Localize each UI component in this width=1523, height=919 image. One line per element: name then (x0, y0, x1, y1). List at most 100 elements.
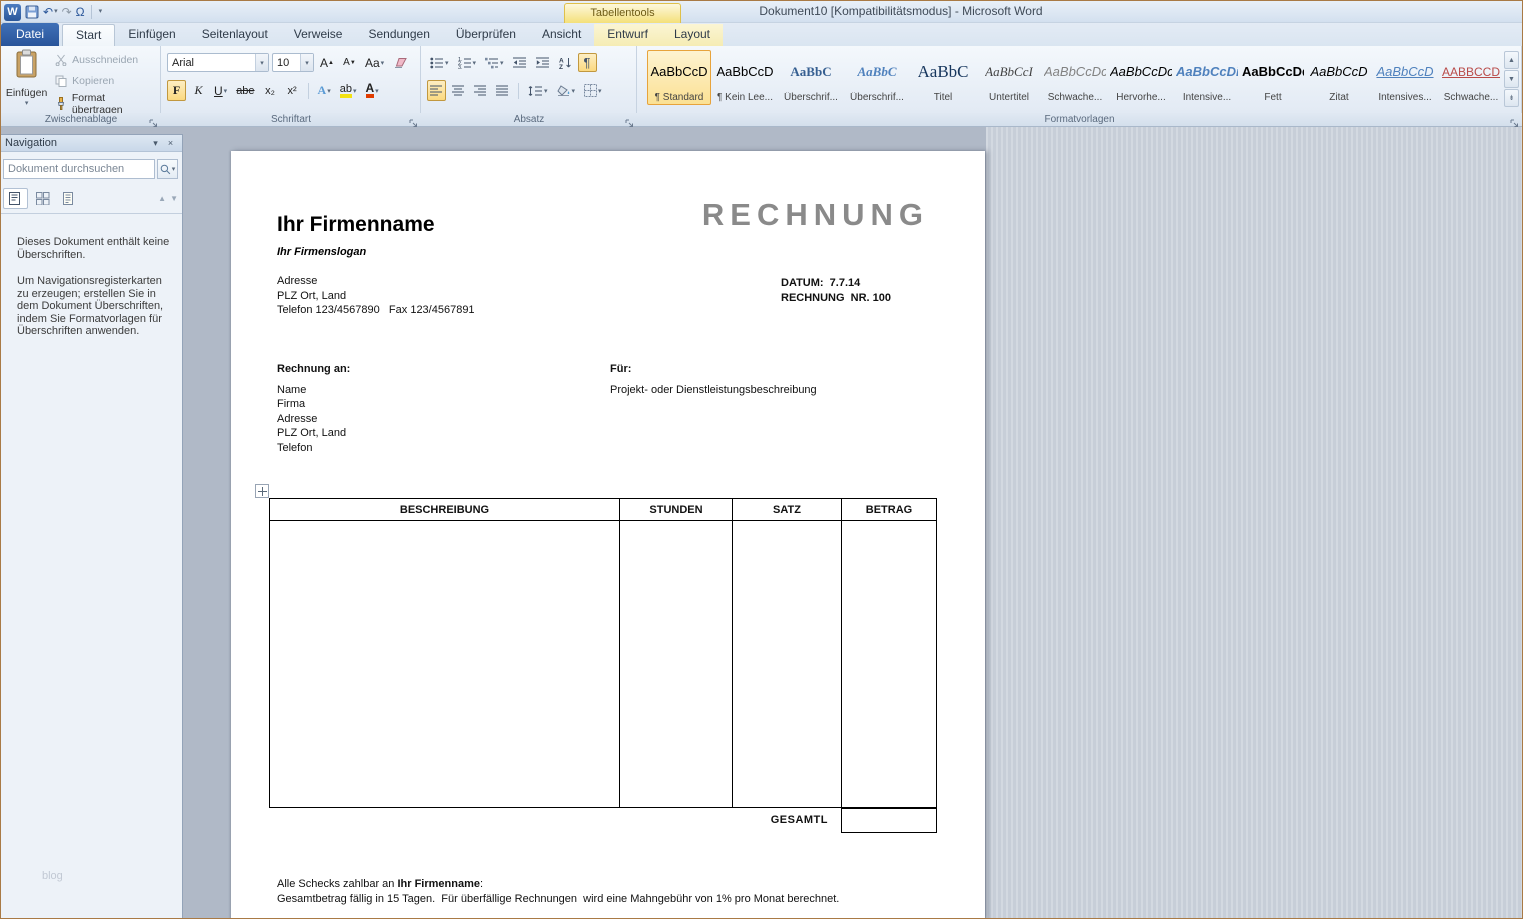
justify-button[interactable] (493, 80, 512, 101)
undo-icon[interactable]: ↶▾ (43, 3, 58, 21)
nav-tab-results[interactable] (57, 188, 82, 209)
project-block[interactable]: Für: Projekt- oder Dienstleistungsbeschr… (610, 362, 817, 397)
style-zitat[interactable]: AaBbCcD Zitat (1307, 50, 1371, 105)
text-effects-button[interactable]: A▾ (315, 80, 334, 101)
subscript-button[interactable]: x₂ (261, 80, 280, 101)
style-hervorhebung[interactable]: AaBbCcDc Hervorhe... (1109, 50, 1173, 105)
align-center-button[interactable] (449, 80, 468, 101)
bill-to-line[interactable]: Adresse (277, 412, 350, 427)
qat-customize-icon[interactable]: ▾ (98, 3, 103, 21)
decrease-indent-button[interactable] (510, 53, 530, 72)
nav-close-icon[interactable]: × (163, 138, 178, 148)
styles-scroll-down-icon[interactable]: ▼ (1504, 70, 1519, 88)
style-intensive-hervorhebung[interactable]: AaBbCcDi Intensive... (1175, 50, 1239, 105)
document-page[interactable]: Ihr Firmenname Ihr Firmenslogan RECHNUNG… (231, 151, 985, 919)
style-standard[interactable]: AaBbCcD ¶ Standard (647, 50, 711, 105)
tab-einfuegen[interactable]: Einfügen (115, 24, 188, 46)
cell-beschreibung[interactable] (270, 521, 620, 808)
tab-ansicht[interactable]: Ansicht (529, 24, 594, 46)
previous-result-icon[interactable]: ▲ (158, 194, 166, 203)
paste-button[interactable]: Einfügen ▾ (4, 48, 49, 110)
bill-to-line[interactable]: Firma (277, 397, 350, 412)
tab-seitenlayout[interactable]: Seitenlayout (189, 24, 281, 46)
footer-line-2[interactable]: Gesamtbetrag fällig in 15 Tagen. Für übe… (277, 892, 839, 907)
next-result-icon[interactable]: ▼ (170, 194, 178, 203)
nav-tab-pages[interactable] (30, 188, 55, 209)
styles-more-icon[interactable]: ⇟ (1504, 89, 1519, 107)
shrink-font-button[interactable]: A▼ (340, 53, 359, 72)
show-paragraph-marks-button[interactable]: ¶ (578, 53, 597, 72)
underline-button[interactable]: U▾ (211, 80, 230, 101)
grow-font-button[interactable]: A▲ (317, 53, 337, 72)
bill-to-line[interactable]: Telefon (277, 441, 350, 456)
shading-button[interactable]: ▾ (554, 80, 579, 101)
invoice-table[interactable]: BESCHREIBUNG STUNDEN SATZ BETRAG (269, 498, 937, 808)
cut-button[interactable]: Ausschneiden (50, 51, 160, 69)
tab-verweise[interactable]: Verweise (281, 24, 356, 46)
nav-options-chevron-icon[interactable]: ▾ (148, 138, 163, 149)
font-color-button[interactable]: A▾ (363, 80, 382, 101)
style-intensives-zitat[interactable]: AaBbCcD Intensives... (1373, 50, 1437, 105)
style-schwacher-verweis[interactable]: AABBCCD Schwache... (1439, 50, 1503, 105)
address-line[interactable]: PLZ Ort, Land (277, 289, 475, 304)
font-size-dropdown-icon[interactable]: ▾ (300, 54, 313, 71)
tab-datei[interactable]: Datei (1, 23, 59, 46)
col-betrag[interactable]: BETRAG (842, 499, 937, 521)
increase-indent-button[interactable] (533, 53, 553, 72)
redo-icon[interactable]: ↷ (62, 3, 72, 21)
font-size-select[interactable]: 10▾ (272, 53, 314, 72)
save-icon[interactable] (25, 5, 39, 19)
invoice-date-line[interactable]: DATUM: 7.7.14 (781, 276, 891, 291)
invoice-number-line[interactable]: RECHNUNG NR. 100 (781, 291, 891, 306)
word-logo-icon[interactable]: W (4, 4, 21, 21)
bold-button[interactable]: F (167, 80, 186, 101)
for-text[interactable]: Projekt- oder Dienstleistungsbeschreibun… (610, 383, 817, 398)
symbol-omega-icon[interactable]: Ω (76, 3, 85, 21)
cell-stunden[interactable] (620, 521, 733, 808)
tab-sendungen[interactable]: Sendungen (355, 24, 442, 46)
multilevel-list-button[interactable]: ▾ (482, 53, 507, 72)
clear-formatting-button[interactable] (390, 53, 411, 72)
invoice-title[interactable]: RECHNUNG (702, 197, 929, 233)
style-titel[interactable]: AaBbC Titel (911, 50, 975, 105)
align-left-button[interactable] (427, 80, 446, 101)
style-fett[interactable]: AaBbCcDd Fett (1241, 50, 1305, 105)
col-stunden[interactable]: STUNDEN (620, 499, 733, 521)
footer-line-1[interactable]: Alle Schecks zahlbar an Ihr Firmenname: (277, 877, 839, 892)
address-line[interactable]: Adresse (277, 274, 475, 289)
font-name-dropdown-icon[interactable]: ▾ (255, 54, 268, 71)
contextual-tab-header[interactable]: Tabellentools (564, 3, 681, 23)
borders-button[interactable]: ▾ (581, 80, 605, 101)
strikethrough-button[interactable]: abe (233, 80, 257, 101)
superscript-button[interactable]: x² (283, 80, 302, 101)
format-painter-button[interactable]: Format übertragen (50, 94, 160, 113)
company-slogan[interactable]: Ihr Firmenslogan (277, 246, 366, 258)
search-button[interactable]: ▾ (157, 159, 178, 179)
invoice-meta-block[interactable]: DATUM: 7.7.14 RECHNUNG NR. 100 (781, 276, 891, 305)
tab-start[interactable]: Start (62, 24, 115, 46)
company-address-block[interactable]: Adresse PLZ Ort, Land Telefon 123/456789… (277, 274, 475, 318)
highlight-color-button[interactable]: ab▾ (337, 80, 360, 101)
bill-to-line[interactable]: Name (277, 383, 350, 398)
align-right-button[interactable] (471, 80, 490, 101)
bill-to-block[interactable]: Rechnung an: Name Firma Adresse PLZ Ort,… (277, 362, 350, 455)
style-ueberschrift-1[interactable]: AaBbC Überschrif... (779, 50, 843, 105)
line-spacing-button[interactable]: ▾ (525, 80, 551, 101)
tab-entwurf[interactable]: Entwurf (594, 24, 661, 46)
tab-ueberpruefen[interactable]: Überprüfen (443, 24, 529, 46)
tab-layout[interactable]: Layout (661, 24, 723, 46)
col-beschreibung[interactable]: BESCHREIBUNG (270, 499, 620, 521)
cell-satz[interactable] (733, 521, 842, 808)
styles-scroll-up-icon[interactable]: ▲ (1504, 51, 1519, 69)
cell-betrag[interactable] (842, 521, 937, 808)
invoice-footer[interactable]: Alle Schecks zahlbar an Ihr Firmenname: … (277, 877, 839, 907)
bill-to-line[interactable]: PLZ Ort, Land (277, 426, 350, 441)
sort-button[interactable]: AZ (556, 53, 575, 72)
style-schwache-hervorhebung[interactable]: AaBbCcDc Schwache... (1043, 50, 1107, 105)
copy-button[interactable]: Kopieren (50, 73, 160, 91)
col-satz[interactable]: SATZ (733, 499, 842, 521)
style-untertitel[interactable]: AaBbCcI Untertitel (977, 50, 1041, 105)
total-label[interactable]: GESAMTL (732, 814, 828, 826)
style-kein-leerraum[interactable]: AaBbCcD ¶ Kein Lee... (713, 50, 777, 105)
change-case-button[interactable]: Aa▾ (362, 53, 387, 72)
